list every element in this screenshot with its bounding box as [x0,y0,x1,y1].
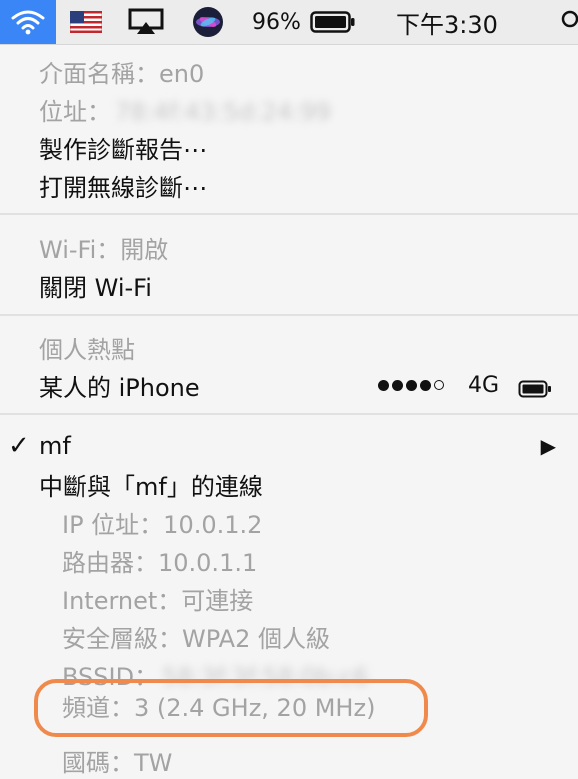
hotspot-device-item[interactable]: 某人的 iPhone 4G [0,366,578,404]
address-text: 位址： 78:4f:43:5d:24:99 [39,92,331,127]
open-wireless-diagnostics-item[interactable]: 打開無線診斷⋯ [0,166,578,204]
menu-bar: 96% 下午3:30 [0,0,578,45]
address-row: 位址： 78:4f:43:5d:24:99 [0,90,578,128]
wifi-status: Wi-Fi：開啟 [39,235,169,264]
internet-status: Internet：可連接 [62,586,254,615]
network-mf-item[interactable]: ✓ mf ▶ [0,427,578,465]
cellular-signal-icon [378,379,444,391]
interface-name-row: 介面名稱：en0 [0,52,578,90]
wifi-status-row: Wi-Fi：開啟 [0,228,578,266]
country-code-row: 國碼：TW [0,741,578,779]
battery-percent[interactable]: 96% [252,0,301,44]
address-value: 78:4f:43:5d:24:99 [115,97,331,126]
airplay-icon[interactable] [128,0,164,44]
country-code: 國碼：TW [62,748,173,777]
siri-icon[interactable] [192,0,224,44]
channel-highlight-annotation [34,679,428,737]
open-wireless-diagnostics-label: 打開無線診斷⋯ [39,173,207,202]
address-label: 位址： [39,97,111,126]
wifi-menu-icon[interactable] [0,0,56,44]
interface-name: 介面名稱：en0 [39,59,205,88]
menu-separator [0,314,578,316]
checkmark-icon: ✓ [8,431,30,461]
network-name: mf [39,432,71,460]
router-row: 路由器：10.0.1.1 [0,541,578,579]
ip-address: IP 位址：10.0.1.2 [62,510,263,539]
menu-separator [0,213,578,215]
ip-address-row: IP 位址：10.0.1.2 [0,503,578,541]
submenu-arrow-icon: ▶ [540,434,556,458]
disconnect-network-label: 中斷與「mf」的連線 [39,472,263,501]
spotlight-search-icon[interactable] [556,0,578,44]
hotspot-device-name: 某人的 iPhone [39,373,200,402]
security-row: 安全層級：WPA2 個人級 [0,617,578,655]
router-address: 路由器：10.0.1.1 [62,548,258,577]
phone-battery-icon [518,376,552,404]
create-diagnostics-report-item[interactable]: 製作診斷報告⋯ [0,128,578,166]
turn-off-wifi-item[interactable]: 關閉 Wi-Fi [0,266,578,304]
menubar-clock[interactable]: 下午3:30 [396,0,498,44]
wifi-dropdown-menu: 介面名稱：en0 位址： 78:4f:43:5d:24:99 製作診斷報告⋯ 打開… [0,45,578,777]
turn-off-wifi-label: 關閉 Wi-Fi [39,273,152,302]
personal-hotspot-header: 個人熱點 [0,328,578,366]
battery-icon[interactable] [310,0,356,44]
disconnect-network-item[interactable]: 中斷與「mf」的連線 [0,465,578,503]
create-diagnostics-report-label: 製作診斷報告⋯ [39,135,207,164]
personal-hotspot-label: 個人熱點 [39,335,135,364]
us-flag-icon[interactable] [70,0,102,44]
internet-status-row: Internet：可連接 [0,579,578,617]
security-level: 安全層級：WPA2 個人級 [62,624,330,653]
menu-separator [0,413,578,415]
network-type: 4G [468,372,500,398]
